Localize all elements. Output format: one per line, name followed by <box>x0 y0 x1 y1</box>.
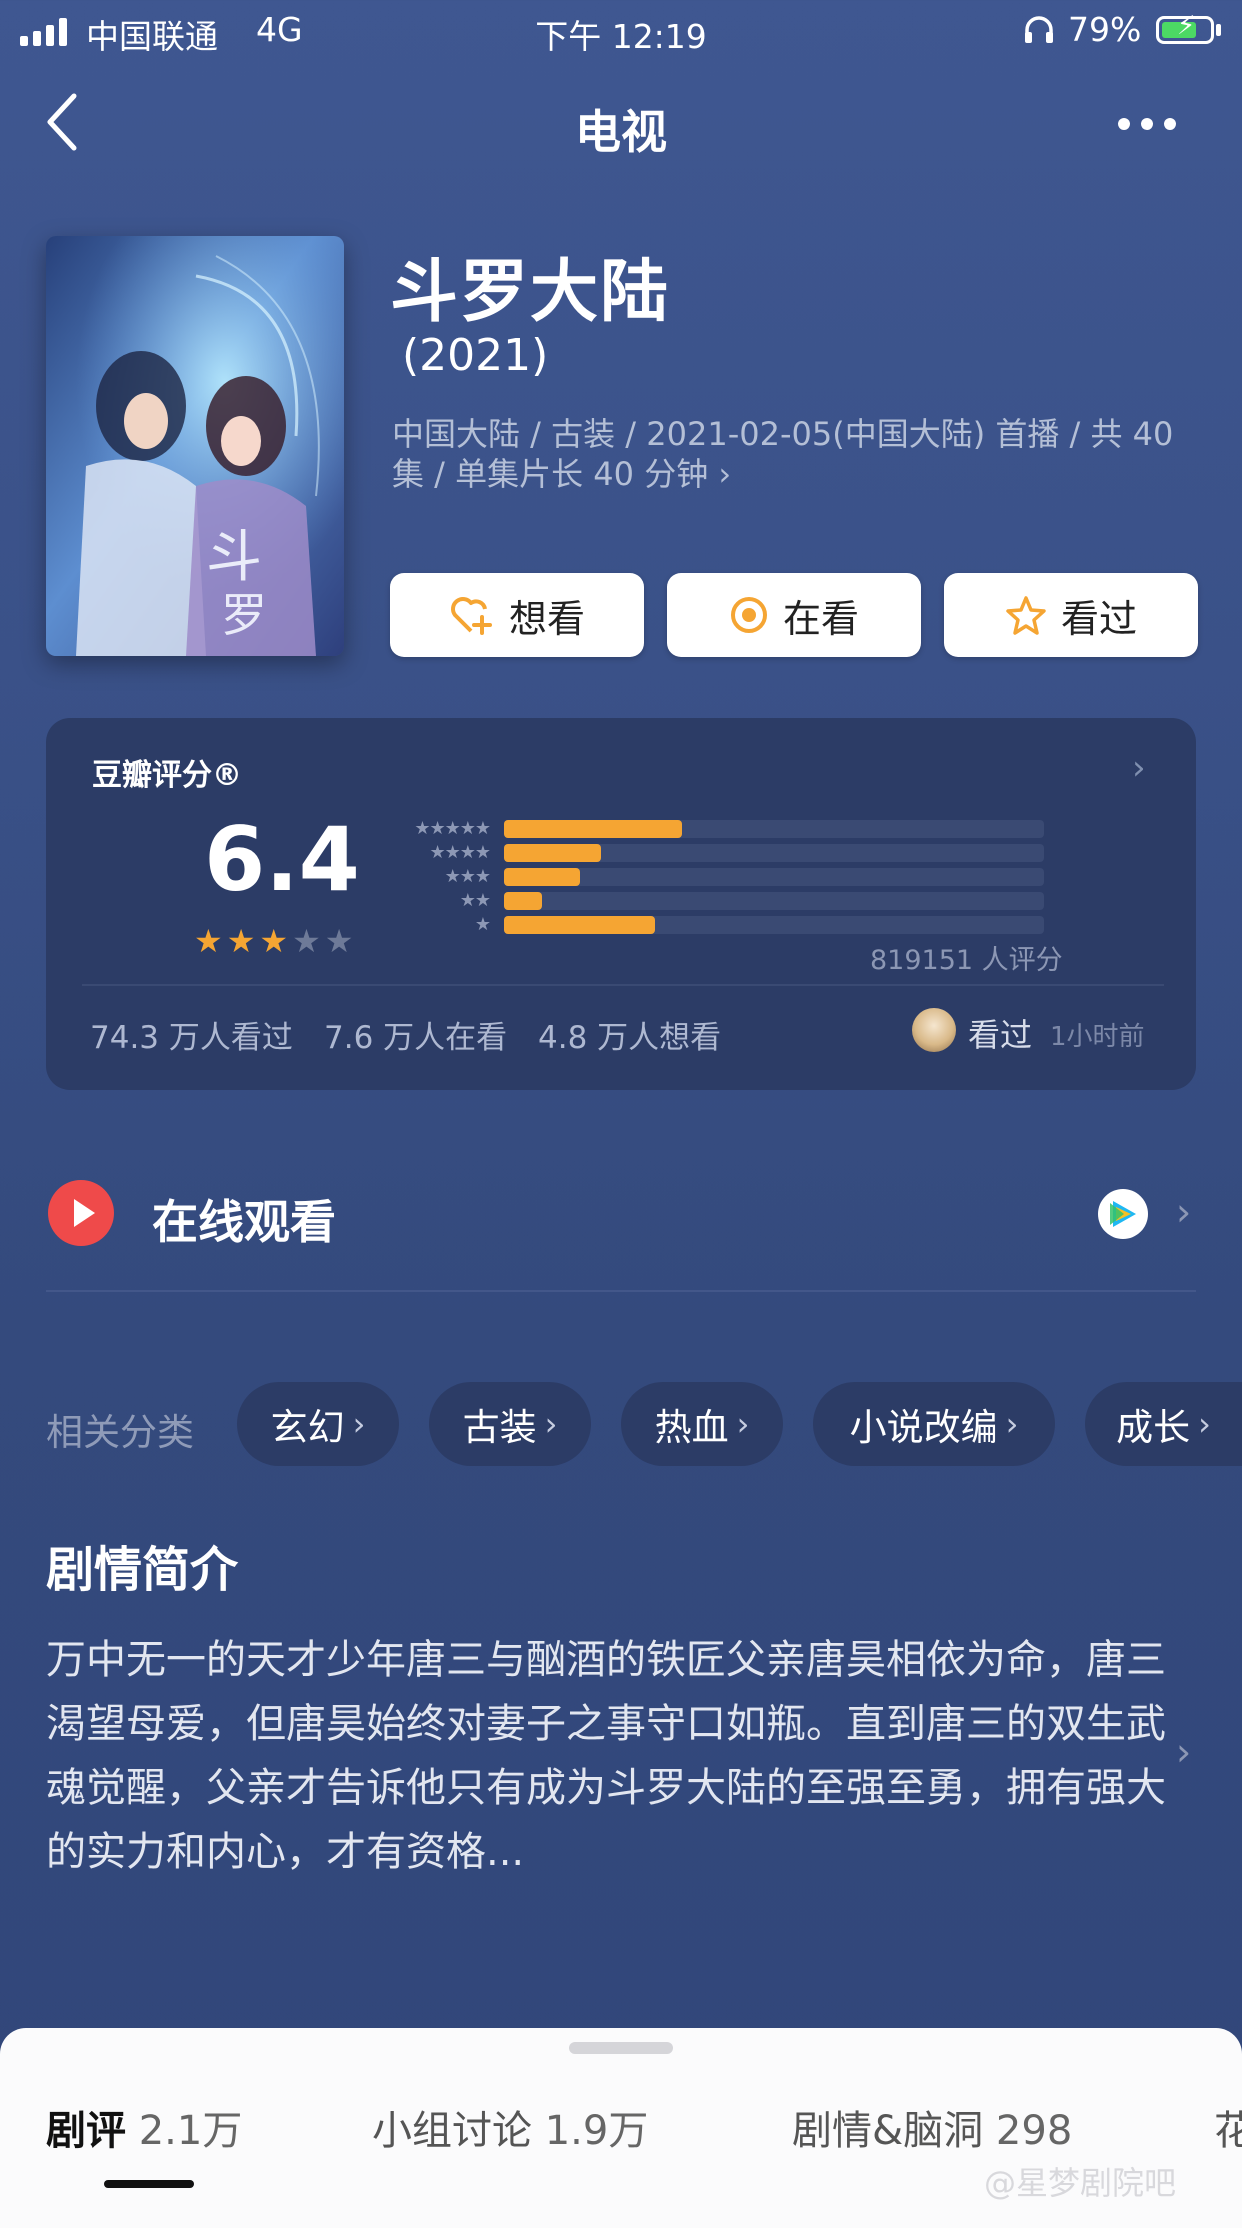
tab-count: 1.9万 <box>544 2108 649 2154</box>
tab-group-discussion[interactable]: 小组讨论 1.9万 <box>372 2098 648 2156</box>
watermark: @星梦剧院吧 <box>984 2164 1177 2202</box>
chevron-right-icon[interactable]: › <box>1176 1190 1191 1234</box>
svg-text:斗: 斗 <box>206 525 262 590</box>
tab-label: 花 <box>1214 2108 1242 2154</box>
chevron-right-icon[interactable]: › <box>1176 1730 1191 1774</box>
tab-count: 298 <box>995 2108 1073 2154</box>
rating-dist-stars: ★★ <box>459 890 491 911</box>
active-tab-indicator <box>104 2180 194 2188</box>
battery-tip <box>1216 24 1221 36</box>
tag-label: 热血 <box>654 1406 729 1449</box>
raters-count: 819151 人评分 <box>870 945 1063 976</box>
headphone-icon <box>1025 16 1053 43</box>
rating-dist-track <box>504 915 1044 934</box>
tags-label: 相关分类 <box>46 1411 194 1454</box>
rating-dist-stars: ★★★ <box>444 866 491 887</box>
rating-dist-stars: ★ <box>474 914 491 935</box>
chevron-right-icon: › <box>352 1405 366 1443</box>
rating-dist-row: ★★ <box>380 890 1044 911</box>
divider <box>46 1290 1196 1292</box>
want-label: 想看 <box>508 596 585 641</box>
svg-text:罗: 罗 <box>221 588 267 642</box>
rating-dist-track <box>504 843 1044 862</box>
rating-dist-row: ★★★★★ <box>380 818 1044 839</box>
tag-label: 古装 <box>462 1406 537 1449</box>
tag-label: 成长 <box>1116 1406 1191 1449</box>
stat-watching[interactable]: 7.6 万人在看 <box>324 1012 507 1057</box>
watched-label: 看过 <box>1060 596 1137 641</box>
watching-button[interactable]: 在看 <box>667 573 921 657</box>
rating-label: 豆瓣评分® <box>92 758 242 793</box>
synopsis-title: 剧情简介 <box>46 1542 239 1598</box>
rating-dist-bar <box>504 915 655 934</box>
battery-icon: ⚡ <box>1156 11 1214 44</box>
rating-dist-row: ★★★★ <box>380 842 1044 863</box>
rating-dist-stars: ★★★★ <box>429 842 491 863</box>
star-filled-icon: ★ <box>259 922 289 960</box>
target-icon <box>730 597 767 633</box>
rating-dist-row: ★★★ <box>380 866 1044 887</box>
watching-label: 在看 <box>782 596 859 641</box>
rating-dist-bar <box>504 891 542 910</box>
tag-label: 小说改编 <box>849 1406 998 1449</box>
more-icon[interactable] <box>1118 118 1176 130</box>
rating-dist-track <box>504 867 1044 886</box>
chevron-right-icon: › <box>736 1405 750 1443</box>
rating-dist-row: ★ <box>380 914 1044 935</box>
rating-stars: ★ ★ ★ ★ ★ <box>194 922 353 960</box>
online-watch-title[interactable]: 在线观看 <box>152 1186 336 1252</box>
synopsis-text[interactable]: 万中无一的天才少年唐三与酗酒的铁匠父亲唐昊相依为命，唐三渴望母爱，但唐昊始终对妻… <box>46 1628 1176 1884</box>
chevron-right-icon: › <box>544 1405 558 1443</box>
chevron-right-icon[interactable]: › <box>1132 748 1146 788</box>
watched-button[interactable]: 看过 <box>944 573 1198 657</box>
tab-reviews[interactable]: 剧评 2.1万 <box>46 2098 242 2156</box>
want-button[interactable]: 想看 <box>390 573 644 657</box>
avatar[interactable] <box>912 1008 956 1052</box>
rating-dist-bar <box>504 843 601 862</box>
tag-chip[interactable]: 玄幻 › <box>237 1382 399 1466</box>
rating-dist-bar <box>504 819 682 838</box>
poster-image[interactable]: 斗 罗 <box>46 236 344 656</box>
star-empty-icon: ★ <box>324 922 354 960</box>
battery-percent: 79% <box>1068 10 1142 49</box>
rating-score: 6.4 <box>204 808 360 911</box>
status-bar: 中国联通 4G 下午 12:19 79% ⚡ <box>0 0 1242 62</box>
rating-dist-track <box>504 891 1044 910</box>
tab-label: 剧评 <box>46 2108 126 2154</box>
tag-chip[interactable]: 古装 › <box>429 1382 591 1466</box>
tag-label: 玄幻 <box>270 1406 345 1449</box>
star-filled-icon: ★ <box>226 922 256 960</box>
tencent-video-icon[interactable] <box>1098 1189 1148 1239</box>
user-status-time: 1小时前 <box>1050 1022 1145 1052</box>
chevron-right-icon: › <box>1005 1405 1019 1443</box>
divider <box>82 984 1164 986</box>
chevron-right-icon: › <box>1198 1405 1211 1443</box>
show-year: (2021) <box>402 330 549 381</box>
show-meta[interactable]: 中国大陆 / 古装 / 2021-02-05(中国大陆) 首播 / 共 40 集… <box>392 414 1198 494</box>
drag-handle[interactable] <box>569 2042 673 2054</box>
tag-chip[interactable]: 热血 › <box>621 1382 783 1466</box>
rating-dist-track <box>504 819 1044 838</box>
rating-dist-bar <box>504 867 580 886</box>
page-title: 电视 <box>575 105 667 159</box>
stat-want[interactable]: 4.8 万人想看 <box>538 1012 721 1057</box>
tag-chip[interactable]: 成长 › <box>1085 1382 1242 1466</box>
tab-count: 2.1万 <box>138 2108 243 2154</box>
heart-plus-icon <box>451 597 492 635</box>
show-title: 斗罗大陆 <box>390 253 671 332</box>
star-outline-icon <box>1006 596 1046 635</box>
play-icon[interactable] <box>48 1180 114 1246</box>
star-filled-icon: ★ <box>194 922 223 960</box>
tab-plot[interactable]: 剧情&脑洞 298 <box>792 2098 1072 2156</box>
star-empty-icon: ★ <box>292 922 321 960</box>
stat-watched[interactable]: 74.3 万人看过 <box>90 1012 293 1057</box>
user-status: 看过 <box>968 1016 1033 1054</box>
tab-label: 剧情&脑洞 <box>792 2108 984 2154</box>
rating-dist-stars: ★★★★★ <box>414 818 491 839</box>
tag-chip[interactable]: 小说改编 › <box>813 1382 1055 1466</box>
tab-more[interactable]: 花 <box>1214 2098 1242 2156</box>
tab-label: 小组讨论 <box>372 2108 532 2154</box>
